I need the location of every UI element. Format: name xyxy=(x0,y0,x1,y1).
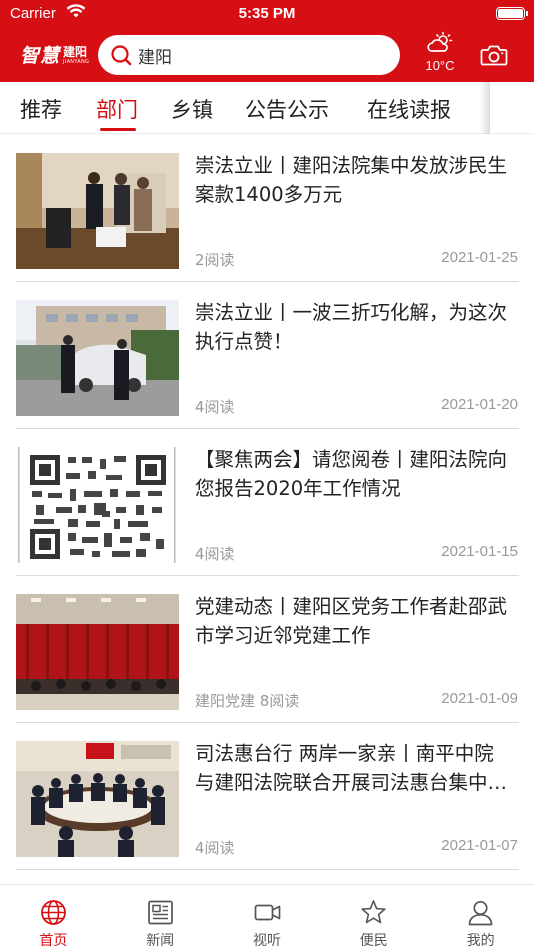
nav-label: 便民 xyxy=(359,933,388,949)
nav-home[interactable]: 首页 xyxy=(0,885,107,950)
tab-townships[interactable]: 乡镇 xyxy=(171,94,213,124)
news-meta: 建阳党建 8阅读 xyxy=(195,690,299,711)
app-header: 智慧 建阳 JIANYANG 10°C xyxy=(0,28,534,82)
news-date: 2021-01-09 xyxy=(441,690,518,707)
weather-temperature: 10°C xyxy=(425,58,455,73)
search-icon xyxy=(110,44,132,70)
news-meta: 4阅读 xyxy=(195,837,235,858)
logo-main-text: 智慧 xyxy=(20,45,61,67)
category-tabs: 推荐 部门 乡镇 公告公示 在线读报 xyxy=(0,82,534,134)
logo-city-block: 建阳 JIANYANG xyxy=(63,46,89,66)
clock: 5:35 PM xyxy=(238,5,296,22)
nav-services[interactable]: 便民 xyxy=(320,885,427,950)
search-bar[interactable] xyxy=(98,35,400,75)
news-title: 【聚焦两会】请您阅卷丨建阳法院向您报告2020年工作情况 xyxy=(195,448,508,500)
battery-icon xyxy=(496,7,528,20)
news-date: 2021-01-25 xyxy=(441,249,518,266)
news-thumbnail xyxy=(16,741,179,857)
news-title: 崇法立业丨建阳法院集中发放涉民生案款1400多万元 xyxy=(195,154,508,206)
news-title: 党建动态丨建阳区党务工作者赴邵武市学习近邻党建工作 xyxy=(195,595,508,647)
weather-widget[interactable]: 10°C xyxy=(418,28,462,82)
nav-label: 新闻 xyxy=(146,933,175,949)
news-read-count: 4阅读 xyxy=(195,839,235,857)
news-source: 建阳党建 xyxy=(195,692,256,710)
news-meta: 4阅读 xyxy=(195,543,235,564)
news-read-count: 4阅读 xyxy=(195,398,235,416)
news-thumbnail xyxy=(16,300,179,416)
news-date: 2021-01-07 xyxy=(441,837,518,854)
news-meta: 2阅读 xyxy=(195,249,235,270)
news-meta: 4阅读 xyxy=(195,396,235,417)
news-item[interactable]: 【聚焦两会】请您阅卷丨建阳法院向您报告2020年工作情况 4阅读 2021-01… xyxy=(16,429,519,576)
app-screen: Carrier 5:35 PM 智慧 建阳 JIANYANG 10°C xyxy=(0,0,534,950)
nav-audiovisual[interactable]: 视听 xyxy=(214,885,321,950)
status-bar: Carrier 5:35 PM xyxy=(0,0,534,28)
news-item[interactable]: 崇法立业丨建阳法院集中发放涉民生案款1400多万元 2阅读 2021-01-25 xyxy=(16,135,519,282)
tab-departments[interactable]: 部门 xyxy=(96,94,138,124)
news-title: 司法惠台行 两岸一家亲丨南平中院与建阳法院联合开展司法惠台集中宣传活动 xyxy=(195,742,508,794)
nav-news[interactable]: 新闻 xyxy=(107,885,214,950)
app-logo: 智慧 建阳 JIANYANG xyxy=(20,41,89,68)
bottom-tab-bar: 首页 新闻 视听 便民 我的 xyxy=(0,884,534,950)
tabs-scroll-fade xyxy=(480,82,490,134)
news-item[interactable]: 崇法立业丨一波三折巧化解，为这次执行点赞！ 4阅读 2021-01-20 xyxy=(16,282,519,429)
tab-online-newspaper[interactable]: 在线读报 xyxy=(367,94,451,124)
news-read-count: 2阅读 xyxy=(195,251,235,269)
active-tab-indicator xyxy=(100,128,136,131)
logo-pinyin-text: JIANYANG xyxy=(63,59,90,65)
news-date: 2021-01-20 xyxy=(441,396,518,413)
tab-recommend[interactable]: 推荐 xyxy=(20,94,62,124)
news-read-count: 4阅读 xyxy=(195,545,235,563)
nav-label: 视听 xyxy=(252,933,281,949)
news-thumbnail xyxy=(16,153,179,269)
camera-icon[interactable] xyxy=(480,43,508,71)
news-title: 崇法立业丨一波三折巧化解，为这次执行点赞！ xyxy=(195,301,508,353)
nav-label: 首页 xyxy=(39,933,68,949)
news-read-count: 8阅读 xyxy=(259,692,300,710)
nav-profile[interactable]: 我的 xyxy=(427,885,534,950)
news-thumbnail xyxy=(16,447,179,563)
search-input[interactable] xyxy=(138,43,378,67)
news-thumbnail xyxy=(16,594,179,710)
news-date: 2021-01-15 xyxy=(441,543,518,560)
tab-announcements[interactable]: 公告公示 xyxy=(245,94,329,124)
news-item[interactable]: 党建动态丨建阳区党务工作者赴邵武市学习近邻党建工作 建阳党建 8阅读 2021-… xyxy=(16,576,519,723)
nav-label: 我的 xyxy=(466,933,495,949)
news-item[interactable]: 司法惠台行 两岸一家亲丨南平中院与建阳法院联合开展司法惠台集中宣传活动 4阅读 … xyxy=(16,723,519,870)
logo-city-text: 建阳 xyxy=(63,45,88,59)
